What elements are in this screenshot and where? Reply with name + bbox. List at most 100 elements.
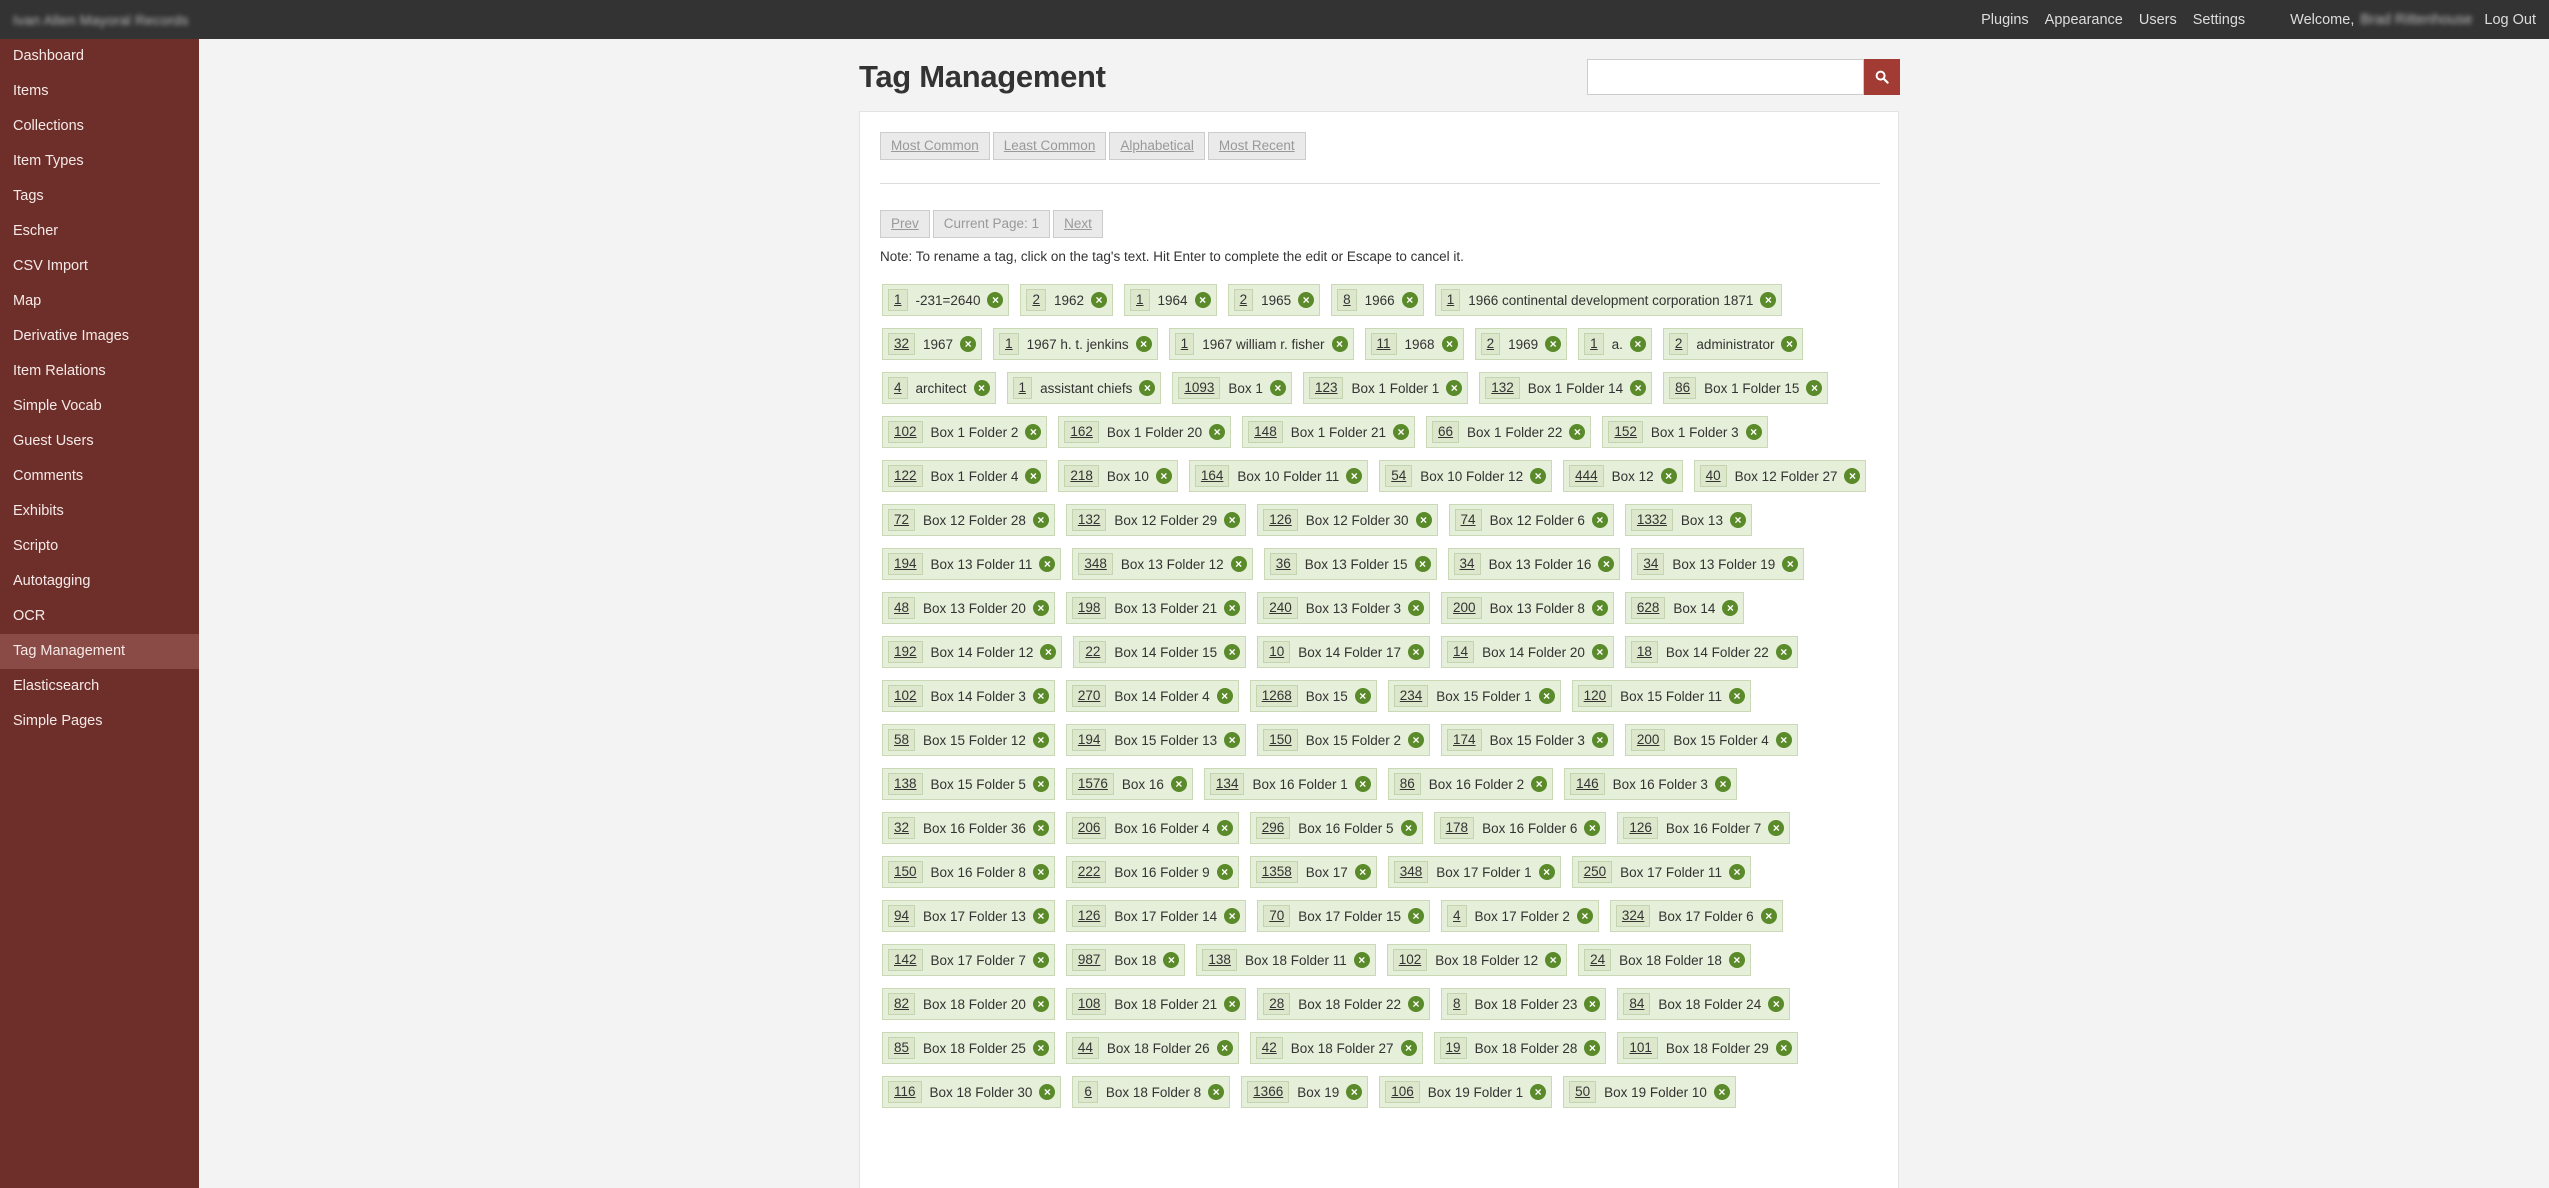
tag-count-link[interactable]: 250 (1577, 861, 1613, 883)
sidebar-item-comments[interactable]: Comments (0, 459, 199, 494)
tag-name[interactable]: Box 18 Folder 26 (1107, 1041, 1210, 1056)
sidebar-item-item-relations[interactable]: Item Relations (0, 354, 199, 389)
tag-name[interactable]: Box 17 Folder 11 (1620, 865, 1722, 880)
delete-tag-icon[interactable]: × (1400, 1040, 1417, 1056)
tag-count-link[interactable]: 123 (1308, 377, 1344, 399)
tag-count-link[interactable]: 101 (1623, 1037, 1658, 1059)
tag-count-link[interactable]: 1 (1584, 333, 1604, 355)
sort-least-common-button[interactable]: Least Common (992, 132, 1107, 160)
tag-count-link[interactable]: 628 (1630, 597, 1666, 619)
tag-name[interactable]: Box 17 Folder 7 (931, 953, 1026, 968)
delete-tag-icon[interactable]: × (1216, 688, 1233, 704)
delete-tag-icon[interactable]: × (1032, 820, 1049, 836)
delete-tag-icon[interactable]: × (1591, 600, 1608, 616)
sidebar-item-scripto[interactable]: Scripto (0, 529, 199, 564)
tag-count-link[interactable]: 1 (1440, 289, 1461, 311)
sidebar-item-collections[interactable]: Collections (0, 109, 199, 144)
tag-count-link[interactable]: 6 (1078, 1081, 1098, 1103)
tag-name[interactable]: Box 18 Folder 20 (923, 997, 1026, 1012)
delete-tag-icon[interactable]: × (1760, 292, 1777, 308)
tag-count-link[interactable]: 11 (1370, 333, 1397, 355)
tag-count-link[interactable]: 66 (1432, 421, 1460, 443)
delete-tag-icon[interactable]: × (1400, 820, 1417, 836)
delete-tag-icon[interactable]: × (1032, 952, 1049, 968)
tag-name[interactable]: Box 17 Folder 6 (1658, 909, 1753, 924)
delete-tag-icon[interactable]: × (1408, 732, 1425, 748)
delete-tag-icon[interactable]: × (1584, 996, 1601, 1012)
tag-count-link[interactable]: 116 (888, 1081, 922, 1103)
tag-name[interactable]: 1966 continental development corporation… (1468, 293, 1753, 308)
delete-tag-icon[interactable]: × (1224, 908, 1241, 924)
delete-tag-icon[interactable]: × (1091, 292, 1108, 308)
delete-tag-icon[interactable]: × (1760, 908, 1777, 924)
prev-page-button[interactable]: Prev (880, 210, 930, 238)
tag-name[interactable]: Box 18 Folder 8 (1106, 1085, 1201, 1100)
tag-name[interactable]: Box 14 Folder 4 (1114, 689, 1209, 704)
tag-count-link[interactable]: 126 (1071, 905, 1107, 927)
tag-count-link[interactable]: 1358 (1255, 861, 1298, 883)
delete-tag-icon[interactable]: × (1713, 1084, 1730, 1100)
tag-name[interactable]: Box 10 Folder 11 (1237, 469, 1339, 484)
delete-tag-icon[interactable]: × (1408, 908, 1425, 924)
tag-count-link[interactable]: 58 (888, 729, 916, 751)
tag-count-link[interactable]: 36 (1269, 553, 1297, 575)
sidebar-item-simple-pages[interactable]: Simple Pages (0, 704, 199, 739)
tag-count-link[interactable]: 2 (1480, 333, 1501, 355)
delete-tag-icon[interactable]: × (1032, 908, 1049, 924)
tag-count-link[interactable]: 194 (1071, 729, 1107, 751)
tag-count-link[interactable]: 122 (888, 465, 923, 487)
sidebar-item-tag-management[interactable]: Tag Management (0, 634, 199, 669)
tag-count-link[interactable]: 987 (1071, 949, 1107, 971)
tag-count-link[interactable]: 34 (1637, 553, 1665, 575)
delete-tag-icon[interactable]: × (1446, 380, 1463, 396)
sidebar-item-tags[interactable]: Tags (0, 179, 199, 214)
tag-count-link[interactable]: 162 (1064, 421, 1099, 443)
tag-count-link[interactable]: 444 (1569, 465, 1604, 487)
delete-tag-icon[interactable]: × (1216, 864, 1233, 880)
delete-tag-icon[interactable]: × (1224, 512, 1241, 528)
tag-count-link[interactable]: 198 (1071, 597, 1107, 619)
tag-name[interactable]: Box 1 Folder 22 (1467, 425, 1562, 440)
delete-tag-icon[interactable]: × (1032, 732, 1049, 748)
tag-count-link[interactable]: 44 (1071, 1037, 1099, 1059)
delete-tag-icon[interactable]: × (1032, 1040, 1049, 1056)
delete-tag-icon[interactable]: × (1346, 1084, 1363, 1100)
tag-count-link[interactable]: 150 (888, 861, 923, 883)
nav-users[interactable]: Users (2139, 12, 2177, 28)
tag-count-link[interactable]: 1268 (1255, 685, 1298, 707)
tag-count-link[interactable]: 1 (888, 289, 908, 311)
nav-appearance[interactable]: Appearance (2045, 12, 2123, 28)
delete-tag-icon[interactable]: × (960, 336, 977, 352)
tag-name[interactable]: Box 18 Folder 23 (1475, 997, 1578, 1012)
tag-name[interactable]: Box 16 Folder 1 (1252, 777, 1347, 792)
delete-tag-icon[interactable]: × (1806, 380, 1823, 396)
tag-count-link[interactable]: 1 (1130, 289, 1150, 311)
tag-count-link[interactable]: 1093 (1178, 377, 1221, 399)
delete-tag-icon[interactable]: × (1224, 600, 1241, 616)
delete-tag-icon[interactable]: × (1040, 644, 1057, 660)
tag-count-link[interactable]: 4 (1447, 905, 1467, 927)
tag-count-link[interactable]: 85 (888, 1037, 916, 1059)
delete-tag-icon[interactable]: × (1393, 424, 1410, 440)
delete-tag-icon[interactable]: × (1216, 1040, 1233, 1056)
tag-name[interactable]: 1965 (1261, 293, 1291, 308)
tag-name[interactable]: 1966 (1365, 293, 1395, 308)
delete-tag-icon[interactable]: × (1331, 336, 1348, 352)
tag-count-link[interactable]: 164 (1194, 465, 1230, 487)
tag-count-link[interactable]: 296 (1255, 817, 1291, 839)
tag-count-link[interactable]: 84 (1623, 993, 1651, 1015)
tag-name[interactable]: Box 18 Folder 24 (1658, 997, 1761, 1012)
tag-name[interactable]: 1964 (1158, 293, 1188, 308)
tag-count-link[interactable]: 72 (888, 509, 916, 531)
tag-name[interactable]: Box 18 (1114, 953, 1156, 968)
tag-count-link[interactable]: 8 (1447, 993, 1467, 1015)
sidebar-item-exhibits[interactable]: Exhibits (0, 494, 199, 529)
delete-tag-icon[interactable]: × (1025, 468, 1042, 484)
tag-count-link[interactable]: 148 (1248, 421, 1283, 443)
tag-name[interactable]: Box 15 Folder 2 (1306, 733, 1401, 748)
sidebar-item-elasticsearch[interactable]: Elasticsearch (0, 669, 199, 704)
tag-count-link[interactable]: 324 (1615, 905, 1651, 927)
tag-count-link[interactable]: 34 (1453, 553, 1481, 575)
delete-tag-icon[interactable]: × (1224, 996, 1241, 1012)
delete-tag-icon[interactable]: × (1441, 336, 1458, 352)
